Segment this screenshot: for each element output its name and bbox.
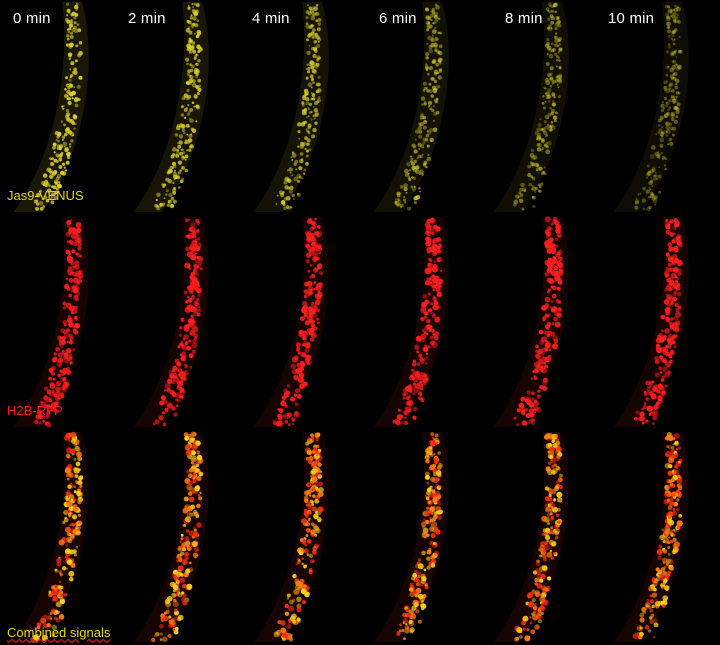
time-label-6min: 6 min	[379, 10, 417, 27]
microscopy-figure: 0 min 2 min 4 min 6 min 8 min 10 min Jas…	[0, 0, 720, 645]
channel-label-combined: Combined signals	[7, 625, 111, 640]
panel-1-1	[134, 217, 209, 427]
channel-label-jas9-venus: Jas9-VENUS	[7, 188, 84, 203]
panel-2-2	[254, 432, 329, 642]
panel-0-5	[614, 2, 689, 212]
panel-0-0	[14, 2, 89, 212]
panel-0-4	[494, 2, 569, 212]
time-label-0min: 0 min	[13, 10, 51, 27]
time-label-4min: 4 min	[252, 10, 290, 27]
panel-1-4	[494, 216, 569, 427]
panel-1-3	[374, 217, 449, 427]
panel-1-2	[254, 217, 329, 427]
time-label-8min: 8 min	[505, 10, 543, 27]
panel-0-1	[134, 2, 209, 212]
panel-0-2	[254, 2, 329, 212]
panel-2-0	[14, 431, 89, 644]
panel-2-4	[494, 432, 569, 642]
panel-1-5	[614, 217, 689, 427]
panel-2-5	[614, 432, 689, 642]
time-label-2min: 2 min	[128, 10, 166, 27]
channel-label-h2b-rfp: H2B-RFP	[7, 403, 63, 418]
panel-2-1	[134, 431, 209, 643]
panel-0-3	[374, 2, 449, 212]
time-label-10min: 10 min	[608, 10, 655, 27]
image-grid	[14, 2, 689, 644]
panel-2-3	[374, 432, 449, 642]
panel-1-0	[14, 217, 89, 428]
